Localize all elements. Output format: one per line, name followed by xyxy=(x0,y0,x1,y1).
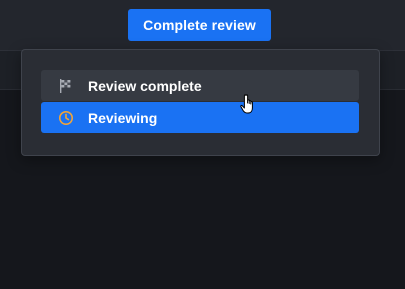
review-status-menu: Review complete Reviewing xyxy=(21,49,380,156)
complete-review-button[interactable]: Complete review xyxy=(128,9,271,41)
checkered-flag-icon xyxy=(58,78,74,94)
menu-item-label: Review complete xyxy=(88,77,202,94)
clock-icon xyxy=(58,110,74,126)
menu-item-label: Reviewing xyxy=(88,109,158,126)
menu-item-review-complete[interactable]: Review complete xyxy=(41,70,359,101)
hand-pointer-cursor-icon xyxy=(240,94,253,114)
menu-item-reviewing[interactable]: Reviewing xyxy=(41,102,359,133)
